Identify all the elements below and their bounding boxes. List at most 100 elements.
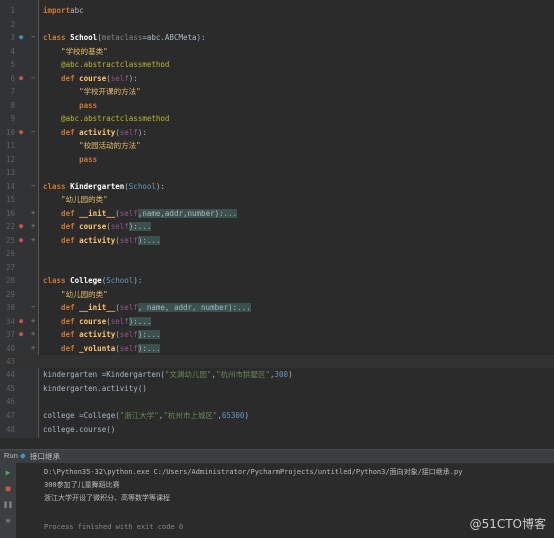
code-text: class Kindergarten(School): [43, 182, 165, 191]
line-number: 25 [5, 236, 15, 245]
line-number: 4 [10, 47, 15, 56]
code-line[interactable]: 9 @abc.abstractclassmethod [0, 112, 554, 125]
code-line[interactable]: 37 ● + def activity(self):... [0, 328, 554, 341]
code-line[interactable]: 3 ● − class School(metaclass=abc.ABCMeta): [0, 31, 554, 44]
fold-toggle-icon[interactable]: + [31, 207, 35, 220]
code-text: pass [43, 101, 98, 110]
code-line[interactable]: 1 importabc [0, 4, 554, 17]
fold-toggle-icon[interactable]: + [31, 315, 35, 328]
code-line[interactable]: 16 + def __init__(self,name,addr,number):… [0, 207, 554, 220]
code-line[interactable]: 12 pass [0, 153, 554, 166]
code-line[interactable]: 6 ● − def course(self): [0, 72, 554, 85]
code-line[interactable]: 25 ● + def activity(self):... [0, 234, 554, 247]
run-tool-window-header: Run ◆ 接口继承 [0, 449, 554, 463]
line-number: 8 [10, 101, 15, 110]
line-number: 6 [10, 74, 15, 83]
fold-toggle-icon[interactable]: − [31, 72, 35, 85]
override-marker-icon[interactable]: ● [19, 328, 23, 341]
line-number: 10 [5, 128, 15, 137]
code-line[interactable]: 26 [0, 247, 554, 260]
override-marker-icon[interactable]: ● [19, 315, 23, 328]
run-tab[interactable]: 接口继承 [30, 451, 60, 462]
code-line[interactable]: 43 [0, 355, 554, 368]
fold-toggle-icon[interactable]: + [31, 220, 35, 233]
override-marker-icon[interactable]: ● [19, 220, 23, 233]
code-line[interactable]: 46 [0, 395, 554, 408]
code-line[interactable]: 14 − class Kindergarten(School): [0, 180, 554, 193]
code-text: def __init__(self,name,addr,number):... [43, 209, 238, 218]
fold-toggle-icon[interactable]: + [31, 234, 35, 247]
code-line[interactable]: 44 kindergarten =Kindergarten("文渊幼儿园","杭州… [0, 368, 554, 381]
code-text: @abc.abstractclassmethod [43, 60, 170, 69]
code-text: kindergarten =Kindergarten("文渊幼儿园","杭州市拱… [43, 370, 293, 379]
code-text: def activity(self):... [43, 236, 161, 245]
line-number: 28 [5, 276, 15, 285]
line-number: 13 [5, 168, 15, 177]
code-text: kindergarten.activity() [43, 384, 147, 393]
code-line[interactable]: 7 "学校开课的方法" [0, 85, 554, 98]
code-line[interactable]: 15 "幼儿园的类" [0, 193, 554, 206]
scroll-icon[interactable]: ≡ [3, 516, 13, 526]
run-toolbar: ▶ ■ ❚❚ ≡ [0, 463, 17, 538]
code-text: @abc.abstractclassmethod [43, 114, 170, 123]
console-line: Process finished with exit code 0 [44, 523, 184, 531]
fold-toggle-icon[interactable]: − [31, 180, 35, 193]
fold-toggle-icon[interactable]: − [31, 126, 35, 139]
code-line[interactable]: 4 "学校的基类" [0, 45, 554, 58]
override-marker-icon[interactable]: ● [19, 126, 23, 139]
code-line[interactable]: 28 class College(School): [0, 274, 554, 287]
fold-toggle-icon[interactable]: + [31, 328, 35, 341]
code-line[interactable]: 29 "幼儿园的类" [0, 288, 554, 301]
code-line[interactable]: 22 ● + def course(self):... [0, 220, 554, 233]
code-line[interactable]: 48 college.course() [0, 423, 554, 436]
code-line[interactable]: 40 + def _volunta(self):... [0, 342, 554, 355]
code-text: pass [43, 155, 98, 164]
code-line[interactable]: 27 [0, 261, 554, 274]
line-number: 46 [5, 397, 15, 406]
code-line[interactable]: 45 kindergarten.activity() [0, 382, 554, 395]
code-line[interactable]: 34 ● + def course(self):... [0, 315, 554, 328]
code-line[interactable]: 8 pass [0, 99, 554, 112]
code-text: def activity(self):... [43, 330, 161, 339]
code-line[interactable]: 11 "校园活动的方法" [0, 139, 554, 152]
code-text: def course(self): [43, 74, 138, 83]
fold-toggle-icon[interactable]: − [31, 31, 35, 44]
code-text: "学校开课的方法" [43, 87, 141, 96]
line-number: 5 [10, 60, 15, 69]
watermark: @51CTO博客 [469, 517, 546, 531]
line-number: 34 [5, 317, 15, 326]
console-line: 浙江大学开设了微积分、高等数学等课程 [44, 494, 170, 502]
line-number: 12 [5, 155, 15, 164]
stop-icon[interactable]: ■ [3, 484, 13, 494]
line-number: 7 [10, 87, 15, 96]
override-marker-icon[interactable]: ● [19, 234, 23, 247]
rerun-icon[interactable]: ▶ [3, 468, 13, 478]
line-number: 26 [5, 249, 15, 258]
line-number: 37 [5, 330, 15, 339]
line-number: 29 [5, 290, 15, 299]
line-number: 43 [5, 357, 15, 366]
code-line[interactable]: 5 @abc.abstractclassmethod [0, 58, 554, 71]
override-marker-icon[interactable]: ● [19, 31, 23, 44]
override-marker-icon[interactable]: ● [19, 72, 23, 85]
code-line[interactable]: 10 ● − def activity(self): [0, 126, 554, 139]
line-number: 40 [5, 344, 15, 353]
fold-toggle-icon[interactable]: − [31, 301, 35, 314]
code-text: "学校的基类" [43, 47, 108, 56]
line-number: 16 [5, 209, 15, 218]
code-text: def course(self):... [43, 222, 152, 231]
python-icon: ◆ [20, 451, 26, 460]
pause-icon[interactable]: ❚❚ [3, 500, 13, 510]
code-text: def __init__(self, name, addr, number):.… [43, 303, 251, 312]
code-line[interactable]: 2 [0, 18, 554, 31]
code-text: class College(School): [43, 276, 143, 285]
line-number: 1 [10, 6, 15, 15]
line-number: 14 [5, 182, 15, 191]
line-number: 48 [5, 425, 15, 434]
code-editor[interactable]: 1 importabc 2 3 ● − class School(metaclass=abc… [0, 0, 554, 438]
fold-toggle-icon[interactable]: + [31, 342, 35, 355]
code-text: college =College("浙江大学","杭州市上城区",65300) [43, 411, 249, 420]
code-line[interactable]: 13 [0, 166, 554, 179]
code-line[interactable]: 30 − def __init__(self, name, addr, numbe… [0, 301, 554, 314]
code-line[interactable]: 47 college =College("浙江大学","杭州市上城区",65300… [0, 409, 554, 422]
